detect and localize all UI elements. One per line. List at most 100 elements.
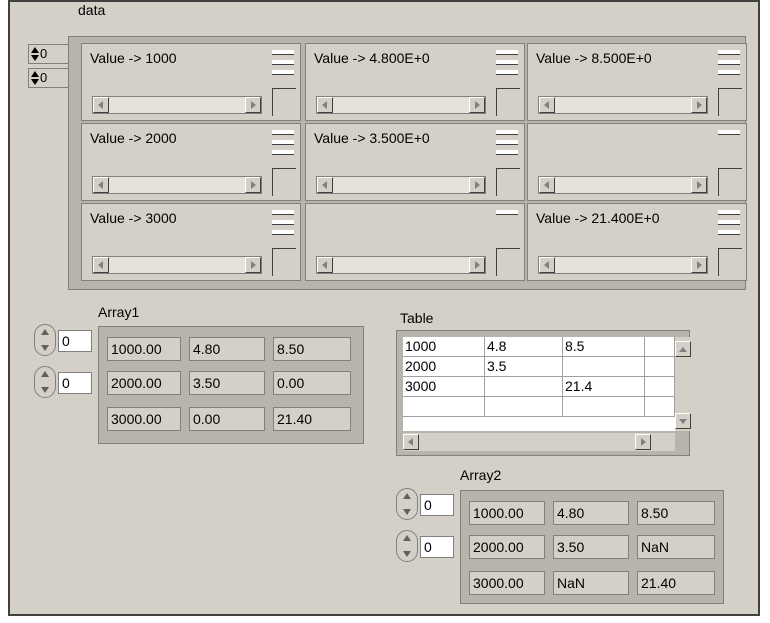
data-cell[interactable]: Value -> 4.800E+0 — [305, 43, 525, 121]
table-control[interactable]: 1000 4.8 8.5 2000 3.5 3000 21.4 — [396, 330, 691, 456]
array2-cell[interactable]: 1000.00 — [469, 501, 545, 525]
array1-cell[interactable]: 0.00 — [189, 407, 265, 431]
vertical-scrollbar[interactable] — [270, 208, 296, 248]
scroll-left-icon[interactable] — [539, 257, 555, 273]
stepper-arrows-icon[interactable] — [31, 71, 39, 85]
table-cell[interactable] — [645, 377, 675, 397]
data-cell[interactable]: Value -> 3000 — [81, 203, 301, 281]
stepper-arrows-icon[interactable] — [31, 47, 39, 61]
array2-cell[interactable]: 3000.00 — [469, 571, 545, 595]
array2-row-stepper-icon[interactable] — [396, 488, 418, 520]
data-cell[interactable]: Value -> 2000 — [81, 123, 301, 201]
scroll-left-icon[interactable] — [403, 434, 419, 450]
scroll-down-icon[interactable] — [675, 413, 691, 429]
scroll-right-icon[interactable] — [245, 257, 261, 273]
horizontal-scrollbar[interactable] — [92, 256, 262, 274]
table-cell[interactable] — [563, 357, 645, 377]
horizontal-scrollbar[interactable] — [538, 256, 708, 274]
vertical-scrollbar[interactable] — [270, 48, 296, 88]
vertical-scrollbar[interactable] — [716, 48, 742, 88]
vertical-scrollbar[interactable] — [494, 48, 520, 88]
array1-col-stepper-icon[interactable] — [34, 366, 56, 398]
array2-col-stepper-icon[interactable] — [396, 530, 418, 562]
horizontal-scrollbar[interactable] — [316, 96, 486, 114]
array1-cell[interactable]: 3000.00 — [107, 407, 181, 431]
scroll-left-icon[interactable] — [317, 257, 333, 273]
table-vertical-scrollbar[interactable] — [675, 337, 691, 431]
table-cell[interactable] — [645, 397, 675, 417]
data-col-index[interactable]: 0 — [28, 68, 72, 88]
scroll-left-icon[interactable] — [539, 177, 555, 193]
array1-cell[interactable]: 2000.00 — [107, 371, 181, 395]
data-cell[interactable]: Value -> 3.500E+0 — [305, 123, 525, 201]
scroll-right-icon[interactable] — [691, 177, 707, 193]
table-cell[interactable] — [645, 337, 675, 357]
table-cell[interactable]: 4.8 — [485, 337, 563, 357]
table-cell[interactable]: 21.4 — [563, 377, 645, 397]
vertical-scrollbar[interactable] — [716, 128, 742, 168]
data-cell[interactable]: Value -> 1000 — [81, 43, 301, 121]
scroll-right-icon[interactable] — [469, 177, 485, 193]
horizontal-scrollbar[interactable] — [538, 176, 708, 194]
array2-cell[interactable]: 2000.00 — [469, 535, 545, 559]
table-cell[interactable] — [485, 397, 563, 417]
scroll-right-icon[interactable] — [635, 434, 651, 450]
horizontal-scrollbar[interactable] — [92, 176, 262, 194]
scroll-right-icon[interactable] — [245, 177, 261, 193]
table-cell[interactable]: 2000 — [403, 357, 485, 377]
array2-cell[interactable]: 21.40 — [637, 571, 715, 595]
horizontal-scrollbar[interactable] — [538, 96, 708, 114]
table-cell[interactable]: 3000 — [403, 377, 485, 397]
array2-row-index[interactable]: 0 — [420, 494, 454, 516]
table-cell[interactable] — [485, 377, 563, 397]
table-cell[interactable]: 1000 — [403, 337, 485, 357]
vertical-scrollbar[interactable] — [494, 128, 520, 168]
table-cell[interactable] — [563, 397, 645, 417]
table-cell[interactable]: 8.5 — [563, 337, 645, 357]
array2-cell[interactable]: NaN — [637, 535, 715, 559]
data-row-index[interactable]: 0 — [28, 44, 72, 64]
scroll-up-icon[interactable] — [675, 341, 691, 357]
scroll-right-icon[interactable] — [245, 97, 261, 113]
scroll-left-icon[interactable] — [93, 177, 109, 193]
table-horizontal-scrollbar[interactable] — [403, 433, 675, 451]
array2-cell[interactable]: 4.80 — [553, 501, 629, 525]
array1-cell[interactable]: 21.40 — [273, 407, 351, 431]
horizontal-scrollbar[interactable] — [316, 176, 486, 194]
scroll-left-icon[interactable] — [317, 97, 333, 113]
array1-col-index[interactable]: 0 — [58, 372, 92, 394]
array2-cell[interactable]: 8.50 — [637, 501, 715, 525]
array1-cell[interactable]: 8.50 — [273, 337, 351, 361]
table-cell[interactable]: 3.5 — [485, 357, 563, 377]
array2-cell[interactable]: 3.50 — [553, 535, 629, 559]
horizontal-scrollbar[interactable] — [316, 256, 486, 274]
data-cell[interactable]: Value -> 8.500E+0 — [527, 43, 747, 121]
array1-cell[interactable]: 4.80 — [189, 337, 265, 361]
scroll-left-icon[interactable] — [93, 257, 109, 273]
array2-col-index[interactable]: 0 — [420, 536, 454, 558]
array1-cell[interactable]: 3.50 — [189, 371, 265, 395]
data-cell[interactable]: Value -> 21.400E+0 — [527, 203, 747, 281]
array2-frame: 1000.00 4.80 8.50 2000.00 3.50 NaN 3000.… — [460, 490, 724, 604]
data-cell[interactable] — [305, 203, 525, 281]
scroll-right-icon[interactable] — [469, 97, 485, 113]
table-cell[interactable] — [403, 397, 485, 417]
scroll-left-icon[interactable] — [539, 97, 555, 113]
array1-cell[interactable]: 0.00 — [273, 371, 351, 395]
scroll-left-icon[interactable] — [317, 177, 333, 193]
vertical-scrollbar[interactable] — [270, 128, 296, 168]
array1-row-stepper-icon[interactable] — [34, 324, 56, 356]
array2-cell[interactable]: NaN — [553, 571, 629, 595]
array1-row-index[interactable]: 0 — [58, 330, 92, 352]
scroll-left-icon[interactable] — [93, 97, 109, 113]
array1-cell[interactable]: 1000.00 — [107, 337, 181, 361]
scroll-right-icon[interactable] — [691, 257, 707, 273]
vertical-scrollbar[interactable] — [716, 208, 742, 248]
scroll-right-icon[interactable] — [469, 257, 485, 273]
table-cell[interactable] — [645, 357, 675, 377]
horizontal-scrollbar[interactable] — [92, 96, 262, 114]
data-cell[interactable] — [527, 123, 747, 201]
scroll-right-icon[interactable] — [691, 97, 707, 113]
vertical-scrollbar[interactable] — [494, 208, 520, 248]
array1-frame: 1000.00 4.80 8.50 2000.00 3.50 0.00 3000… — [98, 326, 364, 444]
